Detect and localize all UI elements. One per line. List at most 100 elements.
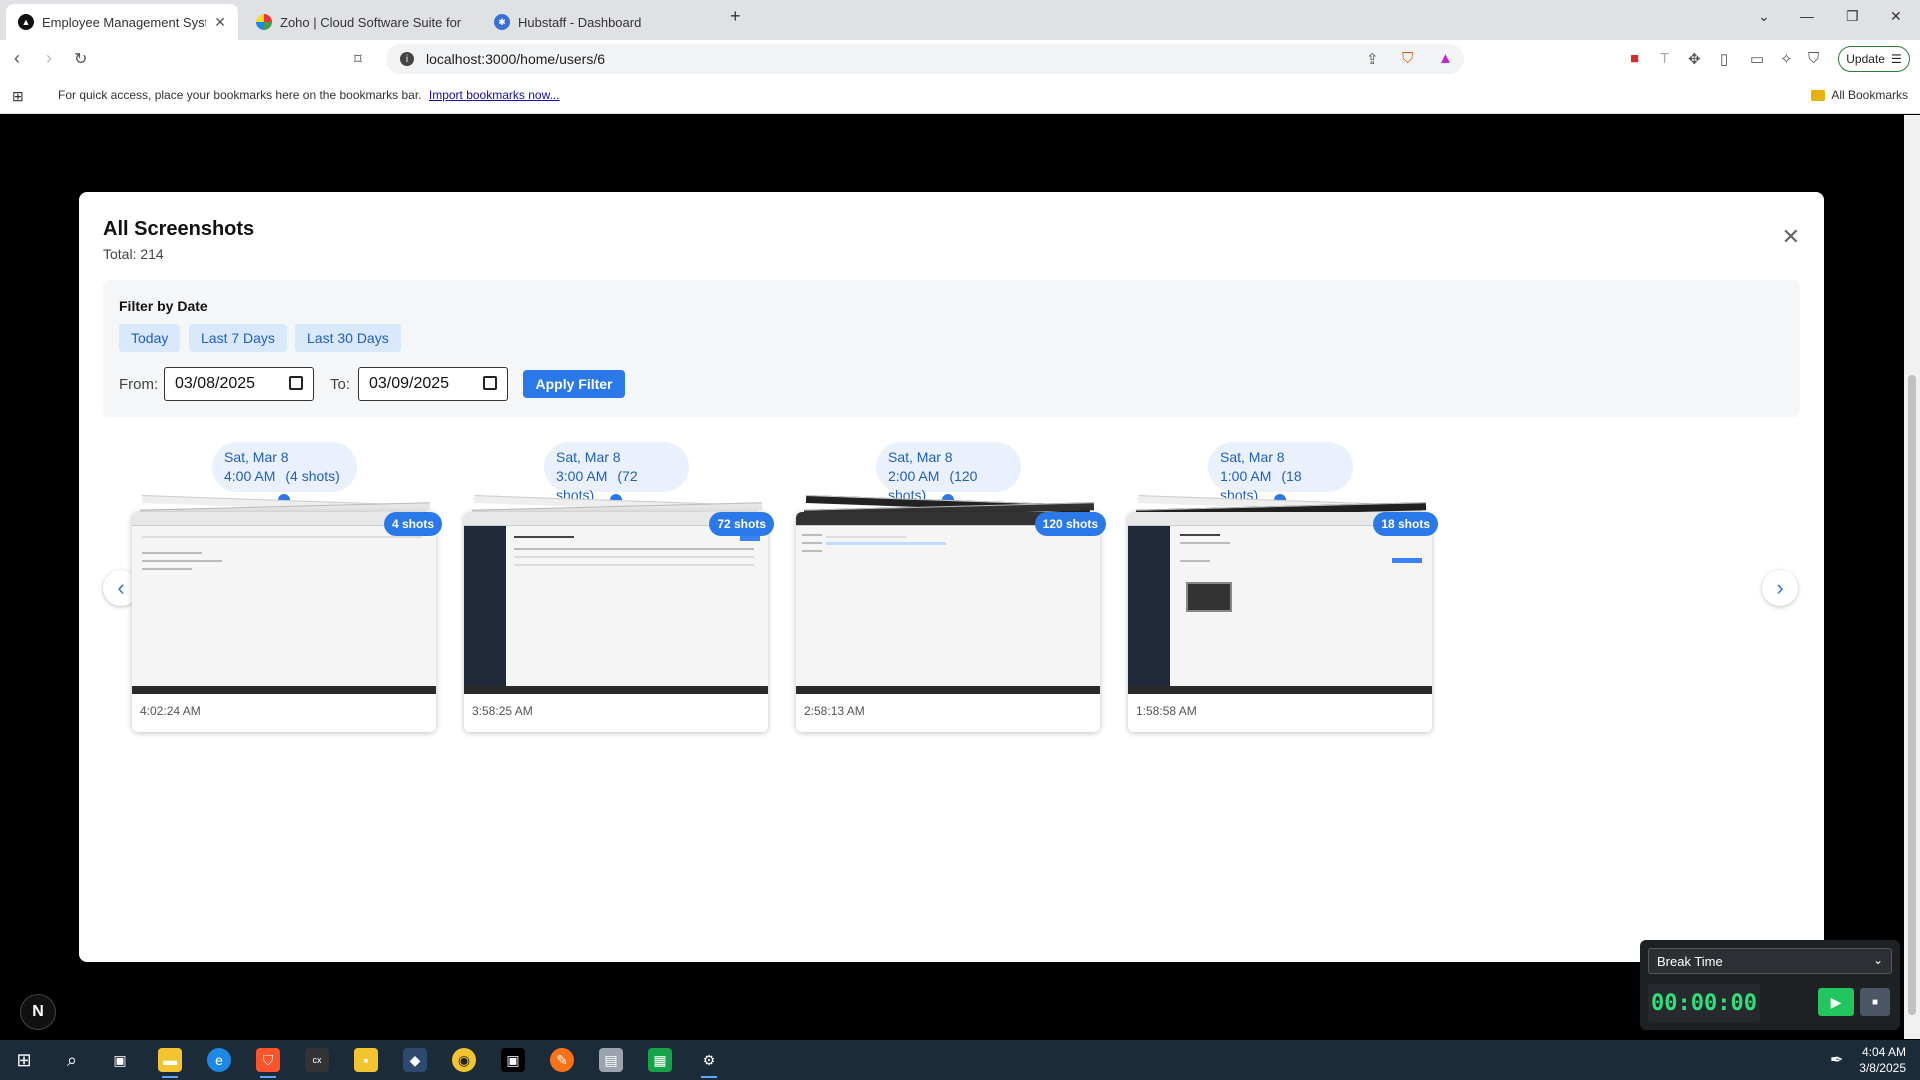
screenshot-group-card[interactable]: Sat, Mar 8 4:00 AM (4 shots) 4:02:24 AM 4… <box>132 442 442 732</box>
close-tab-icon[interactable]: ✕ <box>214 14 226 31</box>
bookmark-icon[interactable]: ⌑ <box>354 50 362 68</box>
apps-grid-icon[interactable]: ⊞ <box>12 88 24 105</box>
group-date: Sat, Mar 8 <box>1220 449 1285 465</box>
brave-rewards-icon[interactable]: ▲ <box>1438 50 1453 67</box>
zoho-favicon-icon <box>256 14 272 30</box>
all-bookmarks-button[interactable]: All Bookmarks <box>1811 88 1908 102</box>
restore-icon[interactable]: ❐ <box>1846 8 1859 25</box>
brave-shield-icon[interactable]: ⛉ <box>1402 50 1413 67</box>
app-favicon-icon: ▲ <box>18 14 34 30</box>
close-window-icon[interactable]: ✕ <box>1890 8 1902 25</box>
pen-icon[interactable]: ✒ <box>1830 1050 1843 1070</box>
tab-employee-management[interactable]: ▲ Employee Management System ✕ <box>6 4 238 40</box>
group-hour: 2:00 AM <box>888 468 940 484</box>
thumb-taskbar <box>796 686 1100 694</box>
postman-icon[interactable]: ✎ <box>550 1048 574 1072</box>
today-button[interactable]: Today <box>119 324 181 352</box>
leo-ai-icon[interactable]: ✧ <box>1780 50 1793 68</box>
screenshot-time: 1:58:58 AM <box>1136 704 1197 718</box>
update-label: Update <box>1846 52 1885 66</box>
apply-filter-button[interactable]: Apply Filter <box>523 370 625 398</box>
address-bar[interactable]: i localhost:3000/home/users/6 <box>386 44 1464 74</box>
cursor-editor-icon[interactable]: ▣ <box>501 1048 525 1072</box>
thumb-line <box>1392 558 1422 563</box>
mysql-workbench-icon[interactable]: ◆ <box>403 1048 427 1072</box>
thumb-line <box>740 536 760 541</box>
activity-select[interactable]: Break Time ⌄ <box>1648 948 1892 974</box>
edge-icon[interactable]: e <box>207 1048 231 1072</box>
menu-icon: ☰ <box>1890 52 1902 66</box>
screenshot-thumbnail-card[interactable]: 3:58:25 AM <box>464 512 768 732</box>
thumb-line <box>514 556 754 558</box>
nextjs-dev-badge[interactable]: N <box>20 994 56 1030</box>
wallet-icon[interactable]: ▭ <box>1750 50 1764 68</box>
shot-count-badge: 18 shots <box>1373 512 1438 536</box>
minimize-icon[interactable]: — <box>1800 8 1814 24</box>
last-30-days-button[interactable]: Last 30 Days <box>295 324 401 352</box>
tab-search-chevron-icon[interactable]: ⌄ <box>1758 8 1770 25</box>
task-view-icon[interactable]: ▣ <box>108 1048 132 1072</box>
import-bookmarks-link[interactable]: Import bookmarks now... <box>429 88 560 102</box>
start-icon[interactable]: ⊞ <box>12 1048 36 1072</box>
url-text: localhost:3000/home/users/6 <box>426 51 605 67</box>
screenshot-group-card[interactable]: Sat, Mar 8 2:00 AM (120 shots) 2:58:13 AM… <box>796 442 1106 732</box>
chevron-down-icon: ⌄ <box>1872 953 1883 967</box>
back-icon[interactable]: ‹ <box>14 48 20 69</box>
file-explorer-icon[interactable]: ▬ <box>158 1048 182 1078</box>
stop-button[interactable]: ■ <box>1860 988 1890 1016</box>
modal-title: All Screenshots <box>103 218 255 240</box>
extensions-icon[interactable]: ✥ <box>1688 50 1701 68</box>
screenshot-thumbnail-card[interactable]: 1:58:58 AM <box>1128 512 1432 732</box>
thumb-line <box>514 536 574 538</box>
total-count: Total: 214 <box>103 246 164 262</box>
taskbar-clock[interactable]: 4:04 AM 3/8/2025 <box>1859 1044 1906 1076</box>
sticky-notes-icon[interactable]: ▪ <box>354 1048 378 1072</box>
extension-red-icon[interactable]: ■ <box>1630 50 1639 67</box>
thumb-line <box>142 552 202 554</box>
extension-t-icon[interactable]: T <box>1660 50 1669 67</box>
play-button[interactable]: ▶ <box>1818 988 1854 1016</box>
to-date-input[interactable]: 03/09/2025 <box>358 367 508 401</box>
group-time-bubble: Sat, Mar 8 4:00 AM (4 shots) <box>212 442 357 492</box>
app-yellow-icon[interactable]: ◉ <box>452 1048 476 1072</box>
sidebar-icon[interactable]: ▯ <box>1720 50 1728 68</box>
screenshot-group-card[interactable]: Sat, Mar 8 3:00 AM (72 shots) 3:58:25 AM … <box>464 442 774 732</box>
cx-app-icon[interactable]: cx <box>305 1048 329 1072</box>
brave-icon[interactable]: ⛉ <box>256 1048 280 1078</box>
calendar-icon[interactable] <box>289 376 303 390</box>
calendar-icon[interactable] <box>483 376 497 390</box>
close-modal-icon[interactable]: ✕ <box>1782 226 1800 248</box>
app-grey-icon[interactable]: ▤ <box>599 1048 623 1072</box>
screenshot-thumbnail-card[interactable]: 2:58:13 AM <box>796 512 1100 732</box>
site-info-icon[interactable]: i <box>400 52 414 66</box>
thumb-line <box>802 550 822 552</box>
thumb-sidebar <box>1128 526 1170 686</box>
reload-icon[interactable]: ↻ <box>74 49 87 69</box>
screenshot-image <box>796 512 1100 694</box>
play-icon: ▶ <box>1830 993 1842 1010</box>
share-icon[interactable]: ⇪ <box>1366 50 1379 68</box>
search-icon[interactable]: ⌕ <box>60 1048 84 1072</box>
tab-title: Zoho | Cloud Software Suite for Bus <box>280 14 464 30</box>
group-shot-count: (4 shots) <box>285 468 340 484</box>
stop-icon: ■ <box>1871 996 1879 1008</box>
scrollbar-thumb[interactable] <box>1908 375 1916 1015</box>
clock-date: 3/8/2025 <box>1859 1061 1906 1075</box>
group-time-bubble: Sat, Mar 8 1:00 AM (18 shots) <box>1208 442 1353 503</box>
screenshot-thumbnail-card[interactable]: 4:02:24 AM <box>132 512 436 732</box>
tab-zoho[interactable]: Zoho | Cloud Software Suite for Bus <box>244 4 476 40</box>
to-label: To: <box>330 376 351 393</box>
hubstaff-favicon-icon: ✱ <box>494 14 510 30</box>
from-date-input[interactable]: 03/08/2025 <box>164 367 314 401</box>
carousel-next-button[interactable]: › <box>1762 570 1798 606</box>
page-scrollbar[interactable] <box>1904 115 1920 1039</box>
notepad-icon[interactable]: ▦ <box>648 1048 672 1072</box>
forward-icon[interactable]: › <box>46 48 52 69</box>
settings-gear-icon[interactable]: ⚙ <box>697 1048 721 1078</box>
tab-hubstaff[interactable]: ✱ Hubstaff - Dashboard <box>482 4 714 40</box>
last-7-days-button[interactable]: Last 7 Days <box>189 324 287 352</box>
screenshot-group-card[interactable]: Sat, Mar 8 1:00 AM (18 shots) 1:58:58 AM … <box>1128 442 1438 732</box>
update-button[interactable]: Update ☰ <box>1838 46 1910 72</box>
new-tab-icon[interactable]: + <box>730 6 741 27</box>
vpn-icon[interactable]: ⛉ <box>1808 50 1819 67</box>
